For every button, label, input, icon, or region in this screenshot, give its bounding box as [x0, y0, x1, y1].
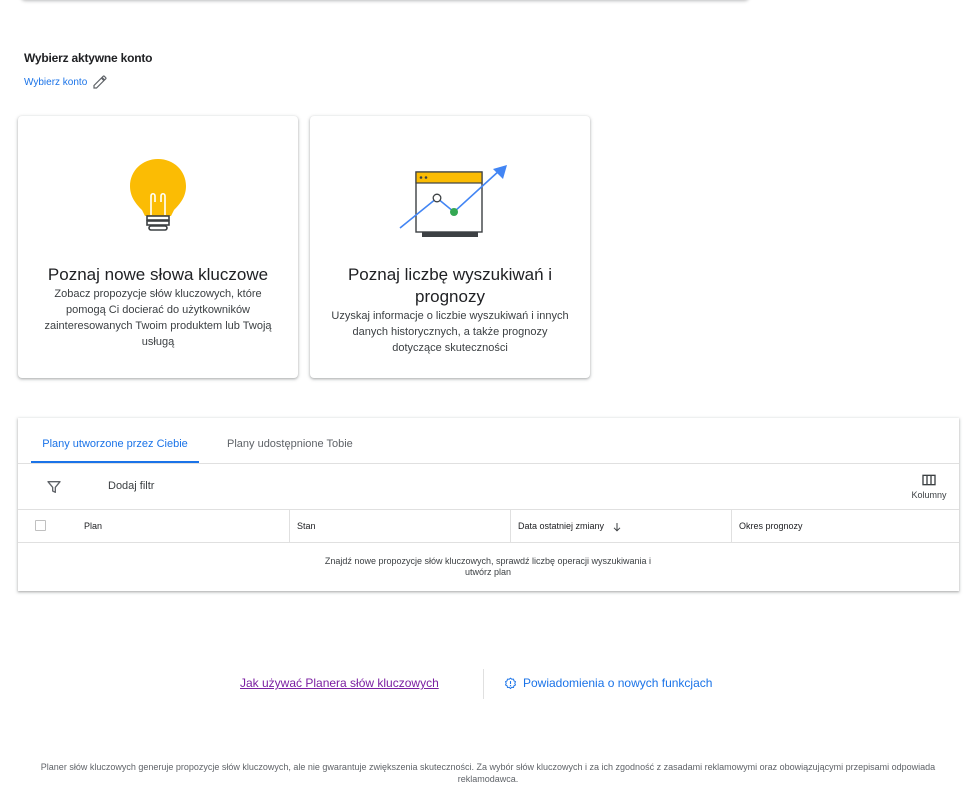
footer-links: Jak używać Planera słów kluczowych Powia… [0, 669, 976, 699]
account-section-title: Wybierz aktywne konto [24, 51, 153, 65]
disclaimer-text: Planer słów kluczowych generuje propozyc… [40, 762, 936, 784]
tab-my-plans[interactable]: Plany utworzone przez Ciebie [31, 418, 199, 463]
column-header-status[interactable]: Stan [289, 510, 511, 542]
columns-label: Kolumny [911, 490, 947, 500]
discover-keywords-card[interactable]: Poznaj nowe słowa kluczowe Zobacz propoz… [18, 116, 298, 378]
select-all-checkbox[interactable] [35, 520, 46, 531]
table-header: Plan Stan Data ostatniej zmiany Okres pr… [18, 510, 959, 543]
filter-icon[interactable] [46, 479, 62, 495]
card-title: Poznaj nowe słowa kluczowe [47, 265, 269, 284]
column-header-last-modified[interactable]: Data ostatniej zmiany [510, 510, 732, 542]
feature-notifications-label: Powiadomienia o nowych funkcjach [523, 676, 713, 690]
columns-icon [922, 474, 936, 486]
divider [483, 669, 484, 699]
search-volume-forecast-card[interactable]: Poznaj liczbę wyszukiwań i prognozy Uzys… [310, 116, 590, 378]
help-link[interactable]: Jak używać Planera słów kluczowych [240, 676, 439, 690]
plans-panel: Plany utworzone przez Ciebie Plany udost… [18, 418, 959, 591]
add-filter-button[interactable]: Dodaj filtr [108, 480, 154, 492]
choose-account-link[interactable]: Wybierz konto [24, 74, 108, 90]
notification-badge-icon [505, 677, 516, 689]
empty-state-message: Znajdź nowe propozycje słów kluczowych, … [324, 556, 652, 577]
card-title: Poznaj liczbę wyszukiwań i prognozy [347, 265, 553, 306]
card-description: Uzyskaj informacje o liczbie wyszukiwań … [331, 310, 569, 354]
pencil-icon [93, 75, 107, 89]
card-description: Zobacz propozycje słów kluczowych, które… [44, 288, 272, 348]
choose-account-label: Wybierz konto [24, 76, 88, 88]
trend-chart-icon [310, 152, 590, 242]
tab-shared-plans[interactable]: Plany udostępnione Tobie [217, 418, 363, 463]
lightbulb-icon [18, 152, 298, 242]
filter-bar: Dodaj filtr Kolumny [18, 464, 959, 510]
arrow-down-icon [613, 522, 620, 532]
column-header-label: Data ostatniej zmiany [518, 521, 605, 531]
column-header-plan[interactable]: Plan [84, 510, 102, 542]
plans-tabs: Plany utworzone przez Ciebie Plany udost… [18, 418, 959, 464]
feature-notifications-link[interactable]: Powiadomienia o nowych funkcjach [504, 676, 712, 690]
columns-button[interactable]: Kolumny [908, 472, 950, 500]
column-header-forecast-period[interactable]: Okres prognozy [731, 510, 959, 542]
